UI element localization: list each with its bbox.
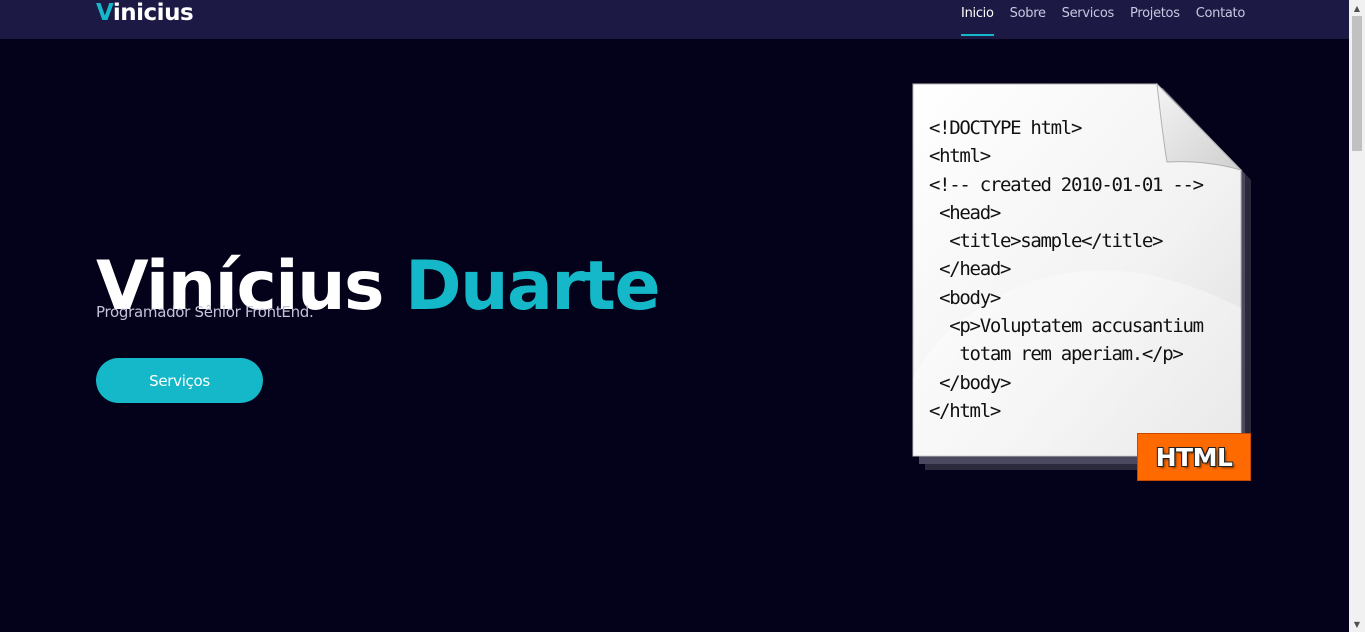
chevron-up-icon[interactable]: ▲ <box>1349 0 1365 16</box>
scrollbar-thumb[interactable] <box>1352 16 1362 151</box>
html-document-illustration: <!DOCTYPE html> <html> <!-- created 2010… <box>905 78 1257 488</box>
html-code-sample: <!DOCTYPE html> <html> <!-- created 2010… <box>929 117 1204 422</box>
page: Vinicius Inicio Sobre Servicos Projetos … <box>0 0 1365 632</box>
nav-menu: Inicio Sobre Servicos Projetos Contato <box>961 0 1245 39</box>
nav-link-sobre[interactable]: Sobre <box>1010 0 1046 39</box>
services-button[interactable]: Serviços <box>96 358 263 403</box>
hero-subtitle: Programador Sênior FrontEnd. <box>96 303 314 321</box>
html-badge: HTML <box>1137 433 1251 481</box>
vertical-scrollbar[interactable]: ▲ ▼ <box>1349 0 1365 632</box>
nav-link-projetos[interactable]: Projetos <box>1130 0 1180 39</box>
hero-title-surname: Duarte <box>405 246 660 326</box>
logo-rest: inicius <box>112 0 194 26</box>
navbar: Vinicius Inicio Sobre Servicos Projetos … <box>0 0 1349 39</box>
nav-link-inicio[interactable]: Inicio <box>961 0 994 39</box>
logo[interactable]: Vinicius <box>96 0 194 27</box>
logo-initial: V <box>96 0 113 26</box>
chevron-down-icon[interactable]: ▼ <box>1349 616 1365 632</box>
nav-link-contato[interactable]: Contato <box>1196 0 1246 39</box>
nav-link-servicos[interactable]: Servicos <box>1062 0 1115 39</box>
